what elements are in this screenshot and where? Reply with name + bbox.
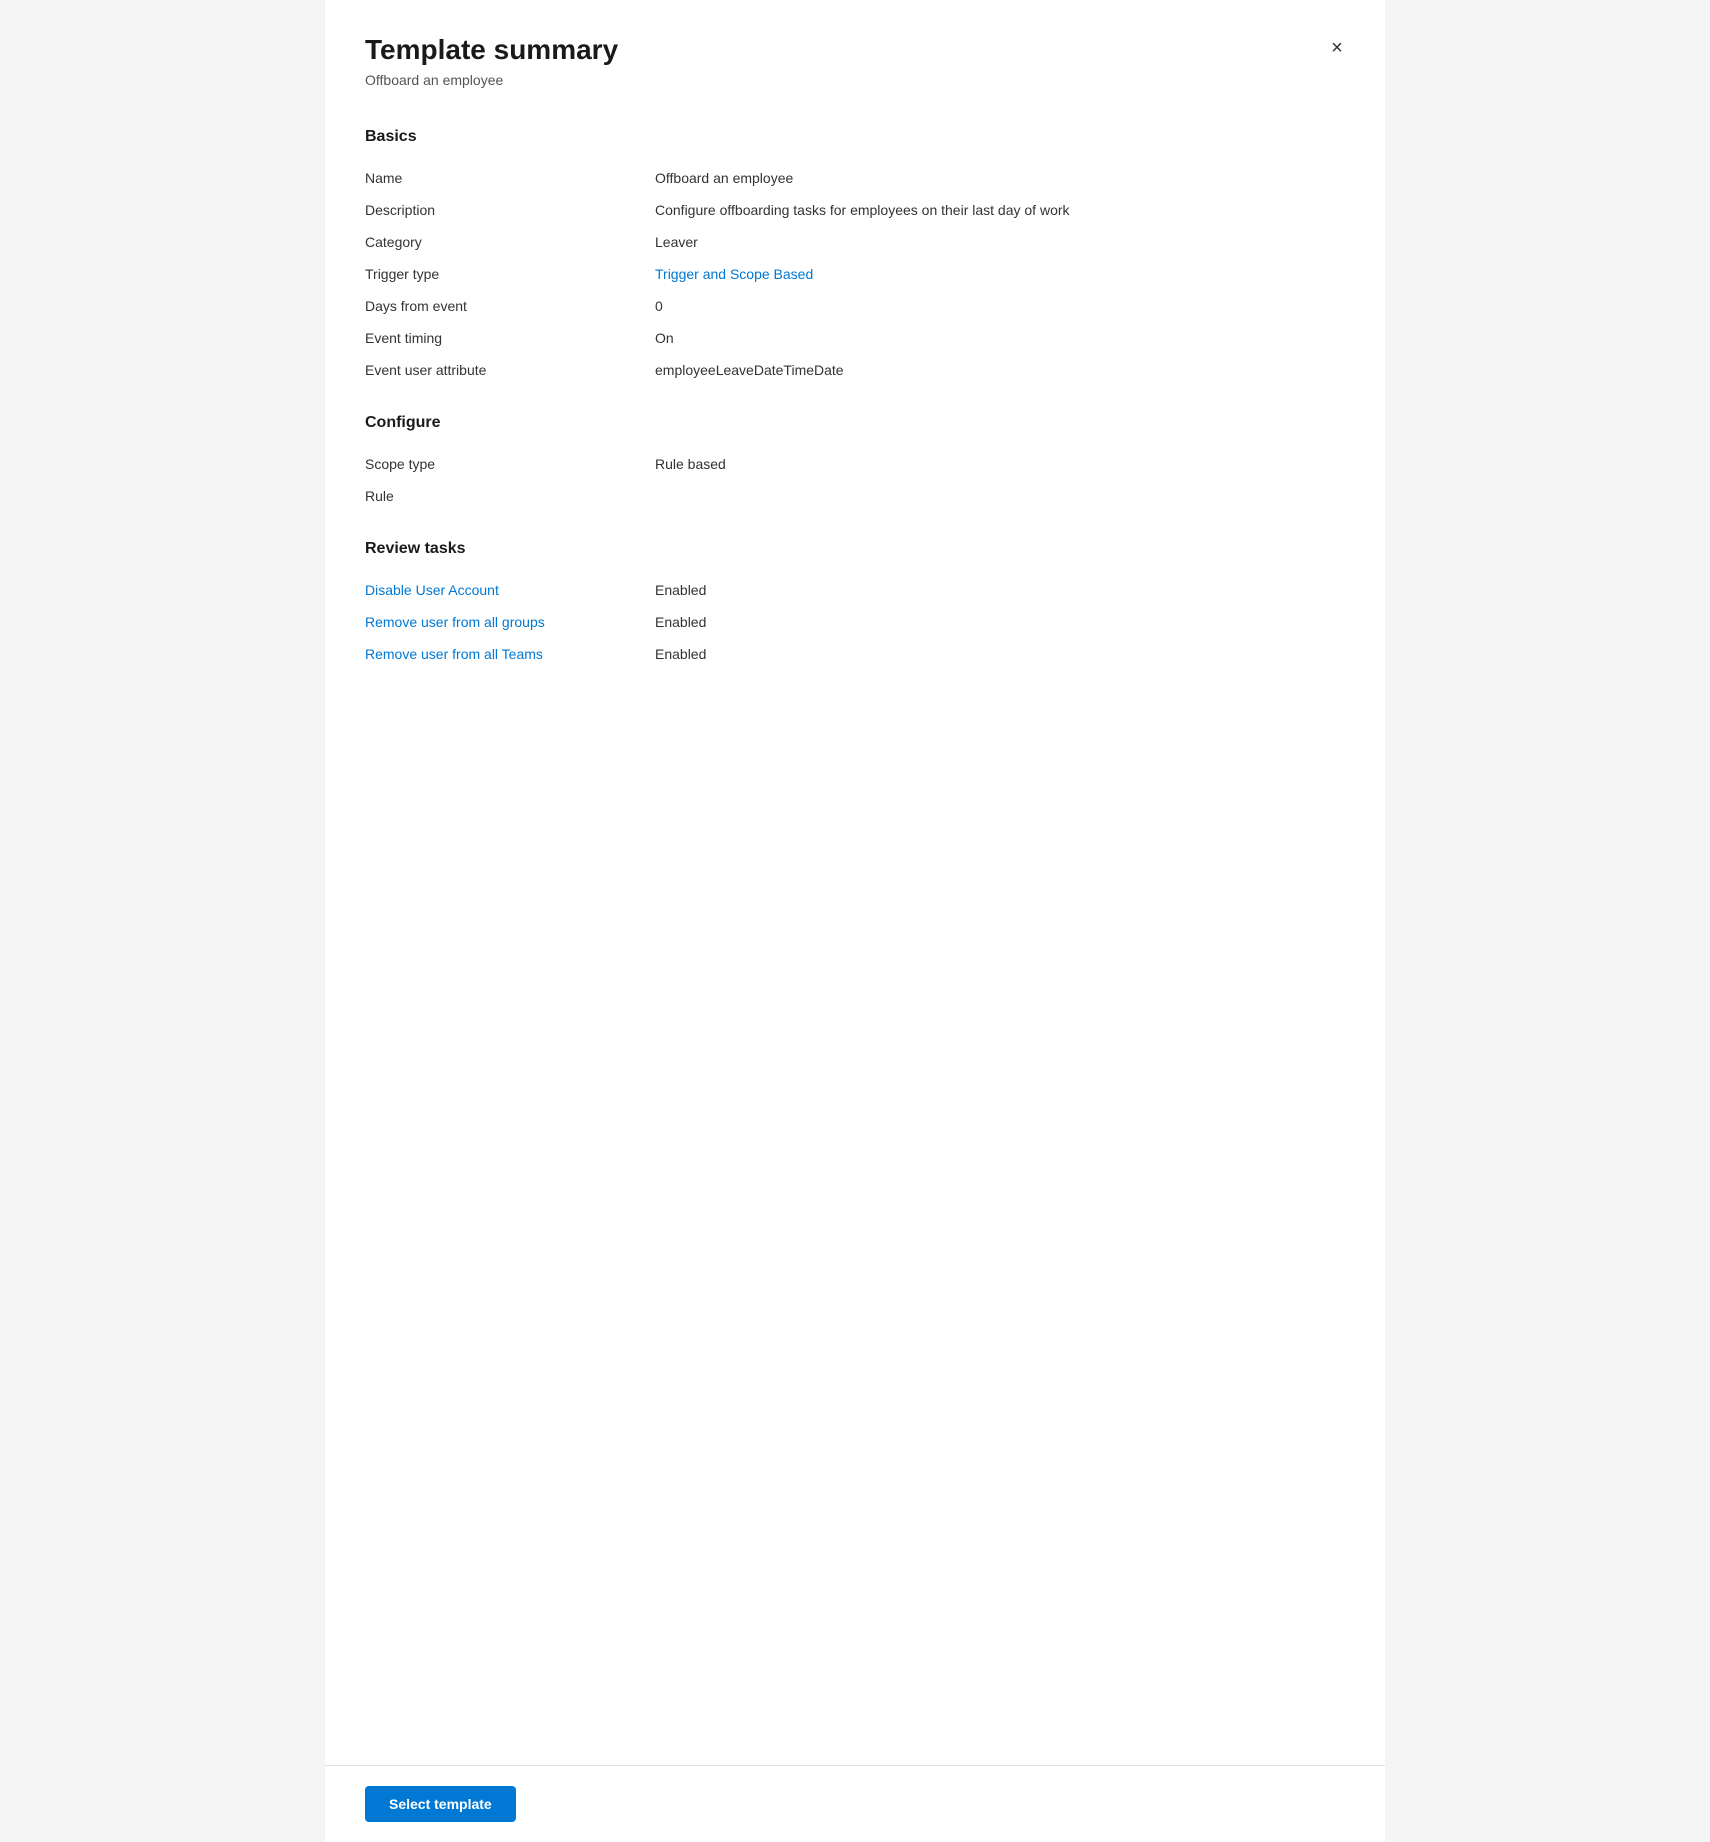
basics-section: Basics Name Offboard an employee Descrip… [365, 128, 1345, 386]
field-value-remove-from-teams: Enabled [655, 646, 1345, 662]
field-value-event-user-attribute: employeeLeaveDateTimeDate [655, 362, 1345, 378]
field-value-trigger-type: Trigger and Scope Based [655, 266, 1345, 282]
field-value-scope-type: Rule based [655, 456, 1345, 472]
field-scope-type: Scope type Rule based [365, 448, 1345, 480]
field-rule: Rule [365, 480, 1345, 512]
configure-section: Configure Scope type Rule based Rule [365, 414, 1345, 512]
basics-heading: Basics [365, 128, 1345, 146]
field-value-remove-from-groups: Enabled [655, 614, 1345, 630]
field-value-days-from-event: 0 [655, 298, 1345, 314]
field-value-category: Leaver [655, 234, 1345, 250]
field-label-event-user-attribute: Event user attribute [365, 362, 655, 378]
template-summary-panel: Template summary Offboard an employee × … [325, 0, 1385, 1842]
field-label-remove-from-teams: Remove user from all Teams [365, 646, 655, 662]
select-template-button[interactable]: Select template [365, 1786, 516, 1822]
panel-footer: Select template [325, 1765, 1385, 1842]
field-name: Name Offboard an employee [365, 162, 1345, 194]
field-trigger-type: Trigger type Trigger and Scope Based [365, 258, 1345, 290]
panel-content: Basics Name Offboard an employee Descrip… [325, 104, 1385, 1765]
field-value-name: Offboard an employee [655, 170, 1345, 186]
field-days-from-event: Days from event 0 [365, 290, 1345, 322]
field-event-timing: Event timing On [365, 322, 1345, 354]
field-label-remove-from-groups: Remove user from all groups [365, 614, 655, 630]
field-category: Category Leaver [365, 226, 1345, 258]
field-label-event-timing: Event timing [365, 330, 655, 346]
field-disable-user-account: Disable User Account Enabled [365, 574, 1345, 606]
panel-subtitle: Offboard an employee [365, 72, 1345, 88]
configure-heading: Configure [365, 414, 1345, 432]
field-remove-from-teams: Remove user from all Teams Enabled [365, 638, 1345, 670]
field-label-disable-user-account: Disable User Account [365, 582, 655, 598]
field-remove-from-groups: Remove user from all groups Enabled [365, 606, 1345, 638]
field-label-days-from-event: Days from event [365, 298, 655, 314]
field-value-event-timing: On [655, 330, 1345, 346]
field-label-scope-type: Scope type [365, 456, 655, 472]
field-value-description: Configure offboarding tasks for employee… [655, 202, 1345, 218]
review-tasks-heading: Review tasks [365, 540, 1345, 558]
field-label-trigger-type: Trigger type [365, 266, 655, 282]
panel-title: Template summary [365, 32, 1345, 68]
field-label-category: Category [365, 234, 655, 250]
field-event-user-attribute: Event user attribute employeeLeaveDateTi… [365, 354, 1345, 386]
field-label-description: Description [365, 202, 655, 218]
field-label-name: Name [365, 170, 655, 186]
field-label-rule: Rule [365, 488, 655, 504]
review-tasks-section: Review tasks Disable User Account Enable… [365, 540, 1345, 670]
field-value-disable-user-account: Enabled [655, 582, 1345, 598]
field-description: Description Configure offboarding tasks … [365, 194, 1345, 226]
panel-header: Template summary Offboard an employee × [325, 0, 1385, 104]
close-button[interactable]: × [1321, 32, 1353, 64]
